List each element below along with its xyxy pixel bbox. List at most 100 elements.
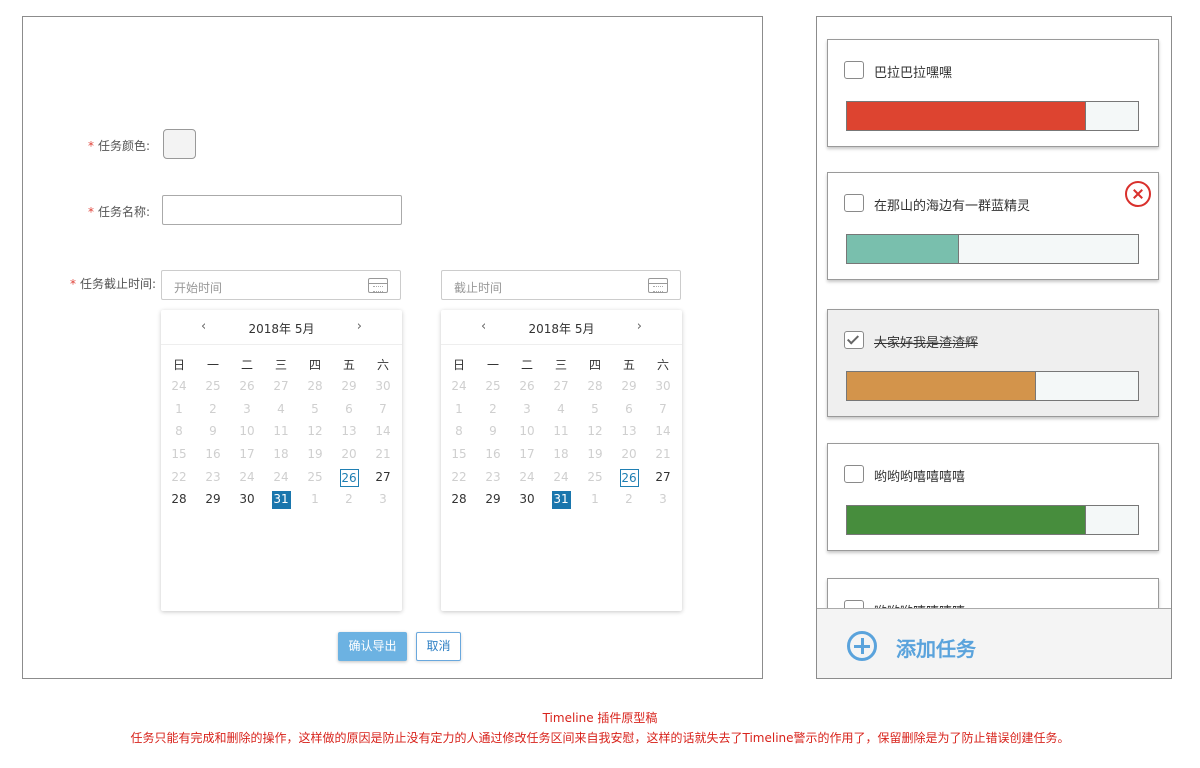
calendar-day[interactable]: 6 xyxy=(332,401,366,419)
calendar-day[interactable]: 30 xyxy=(366,378,400,396)
calendar-day[interactable]: 7 xyxy=(646,401,680,419)
calendar-day[interactable]: 31 xyxy=(544,491,578,510)
task-checkbox[interactable] xyxy=(844,61,864,79)
calendar-day[interactable]: 21 xyxy=(366,446,400,464)
calendar-day[interactable]: 12 xyxy=(578,423,612,441)
calendar-day[interactable]: 15 xyxy=(162,446,196,464)
calendar-day[interactable]: 17 xyxy=(230,446,264,464)
calendar-day[interactable]: 2 xyxy=(332,491,366,509)
calendar-day[interactable]: 26 xyxy=(612,468,646,487)
calendar-day[interactable]: 25 xyxy=(196,378,230,396)
calendar-day[interactable]: 1 xyxy=(298,491,332,509)
calendar-day[interactable]: 16 xyxy=(476,446,510,464)
calendar-day[interactable]: 6 xyxy=(612,401,646,419)
calendar-icon[interactable] xyxy=(368,278,388,293)
task-checkbox[interactable] xyxy=(844,465,864,483)
calendar-day[interactable]: 17 xyxy=(510,446,544,464)
calendar-day[interactable]: 1 xyxy=(442,401,476,419)
calendar-day[interactable]: 19 xyxy=(578,446,612,464)
calendar-day[interactable]: 28 xyxy=(442,491,476,509)
calendar-day[interactable]: 24 xyxy=(442,378,476,396)
calendar-day[interactable]: 3 xyxy=(230,401,264,419)
calendar-day[interactable]: 13 xyxy=(612,423,646,441)
calendar-day[interactable]: 11 xyxy=(264,423,298,441)
task-list[interactable]: 巴拉巴拉嘿嘿 在那山的海边有一群蓝精灵 大家好我是渣渣辉 哟哟哟嘻嘻嘻嘻 哟哟哟… xyxy=(817,17,1171,610)
calendar-day[interactable]: 5 xyxy=(298,401,332,419)
end-date-input[interactable]: 截止时间 xyxy=(441,270,681,300)
calendar-day[interactable]: 25 xyxy=(578,469,612,487)
calendar-day[interactable]: 10 xyxy=(230,423,264,441)
next-month-button[interactable]: › xyxy=(357,319,362,334)
calendar-day[interactable]: 29 xyxy=(612,378,646,396)
calendar-day[interactable]: 20 xyxy=(332,446,366,464)
calendar-day[interactable]: 19 xyxy=(298,446,332,464)
calendar-day[interactable]: 12 xyxy=(298,423,332,441)
calendar-day[interactable]: 28 xyxy=(578,378,612,396)
calendar-day[interactable]: 2 xyxy=(196,401,230,419)
calendar-day[interactable]: 18 xyxy=(544,446,578,464)
task-color-picker[interactable] xyxy=(163,129,196,159)
task-name-input[interactable] xyxy=(162,195,402,225)
calendar-day[interactable]: 24 xyxy=(264,469,298,487)
task-checkbox[interactable] xyxy=(844,331,864,349)
add-task-button[interactable]: 添加任务 xyxy=(817,608,1171,678)
calendar-day[interactable]: 30 xyxy=(510,491,544,509)
calendar-day[interactable]: 30 xyxy=(646,378,680,396)
task-checkbox[interactable] xyxy=(844,194,864,212)
calendar-day[interactable]: 9 xyxy=(196,423,230,441)
calendar-day[interactable]: 14 xyxy=(646,423,680,441)
calendar-day[interactable]: 4 xyxy=(264,401,298,419)
calendar-day[interactable]: 10 xyxy=(510,423,544,441)
calendar-icon[interactable] xyxy=(648,278,668,293)
calendar-day[interactable]: 27 xyxy=(366,469,400,487)
calendar-day[interactable]: 26 xyxy=(230,378,264,396)
calendar-day[interactable]: 9 xyxy=(476,423,510,441)
calendar-day[interactable]: 11 xyxy=(544,423,578,441)
calendar-day[interactable]: 23 xyxy=(476,469,510,487)
next-month-button[interactable]: › xyxy=(637,319,642,334)
calendar-day[interactable]: 13 xyxy=(332,423,366,441)
calendar-day[interactable]: 29 xyxy=(476,491,510,509)
calendar-day[interactable]: 20 xyxy=(612,446,646,464)
calendar-day[interactable]: 28 xyxy=(298,378,332,396)
calendar-day[interactable]: 22 xyxy=(162,469,196,487)
calendar-day[interactable]: 27 xyxy=(646,469,680,487)
calendar-day[interactable]: 25 xyxy=(298,469,332,487)
calendar-day[interactable]: 3 xyxy=(366,491,400,509)
calendar-day[interactable]: 8 xyxy=(162,423,196,441)
calendar-day[interactable]: 8 xyxy=(442,423,476,441)
start-date-input[interactable]: 开始时间 xyxy=(161,270,401,300)
calendar-day[interactable]: 26 xyxy=(332,468,366,487)
calendar-day[interactable]: 27 xyxy=(264,378,298,396)
calendar-day[interactable]: 26 xyxy=(510,378,544,396)
calendar-day[interactable]: 31 xyxy=(264,491,298,510)
calendar-day[interactable]: 27 xyxy=(544,378,578,396)
calendar-day[interactable]: 30 xyxy=(230,491,264,509)
calendar-day[interactable]: 2 xyxy=(476,401,510,419)
calendar-day[interactable]: 18 xyxy=(264,446,298,464)
cancel-button[interactable]: 取消 xyxy=(416,632,461,661)
calendar-day[interactable]: 24 xyxy=(162,378,196,396)
calendar-day[interactable]: 22 xyxy=(442,469,476,487)
calendar-day[interactable]: 24 xyxy=(230,469,264,487)
calendar-day[interactable]: 3 xyxy=(646,491,680,509)
calendar-day[interactable]: 16 xyxy=(196,446,230,464)
calendar-day[interactable]: 5 xyxy=(578,401,612,419)
calendar-day[interactable]: 24 xyxy=(510,469,544,487)
calendar-day[interactable]: 4 xyxy=(544,401,578,419)
calendar-day[interactable]: 29 xyxy=(196,491,230,509)
calendar-day[interactable]: 21 xyxy=(646,446,680,464)
calendar-day[interactable]: 2 xyxy=(612,491,646,509)
calendar-day[interactable]: 1 xyxy=(162,401,196,419)
calendar-day[interactable]: 15 xyxy=(442,446,476,464)
calendar-day[interactable]: 29 xyxy=(332,378,366,396)
calendar-day[interactable]: 14 xyxy=(366,423,400,441)
calendar-day[interactable]: 7 xyxy=(366,401,400,419)
calendar-day[interactable]: 3 xyxy=(510,401,544,419)
delete-task-icon[interactable] xyxy=(1125,181,1151,207)
calendar-day[interactable]: 28 xyxy=(162,491,196,509)
confirm-export-button[interactable]: 确认导出 xyxy=(338,632,407,661)
calendar-day[interactable]: 1 xyxy=(578,491,612,509)
calendar-day[interactable]: 24 xyxy=(544,469,578,487)
calendar-day[interactable]: 25 xyxy=(476,378,510,396)
